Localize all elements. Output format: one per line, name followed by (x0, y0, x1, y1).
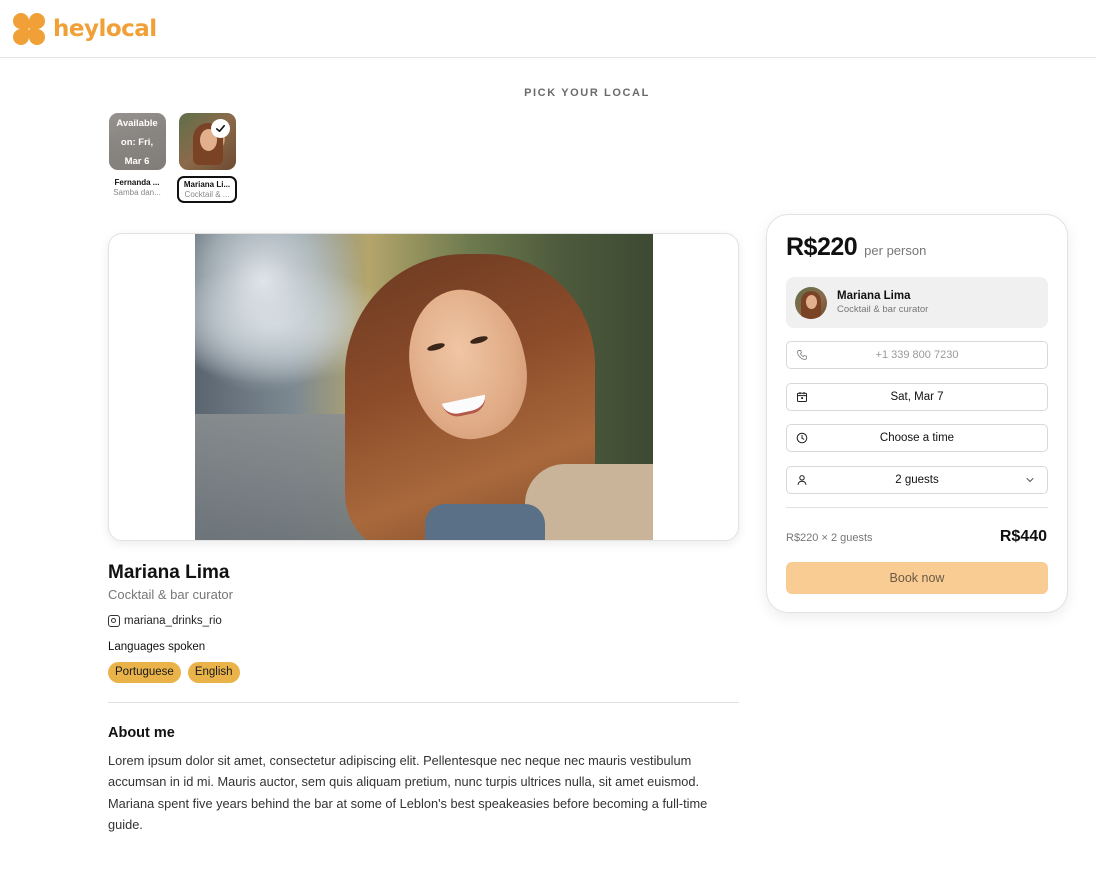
local-meta: Fernanda ... Samba dan... (107, 176, 167, 199)
price-calculation: R$220 × 2 guests (786, 532, 873, 544)
host-name: Mariana Lima (837, 290, 911, 302)
summary-divider (786, 507, 1048, 508)
language-tags: Portuguese English (108, 662, 240, 683)
languages-label: Languages spoken (108, 641, 206, 653)
book-now-button[interactable]: Book now (786, 562, 1048, 594)
host-role: Cocktail & bar curator (837, 304, 929, 315)
language-tag: English (187, 662, 240, 683)
phone-placeholder: +1 339 800 7230 (875, 349, 959, 361)
local-subtitle: Samba dan... (113, 188, 161, 197)
about-text: Lorem ipsum dolor sit amet, consectetur … (108, 753, 708, 832)
date-picker[interactable]: Sat, Mar 7 (786, 383, 1048, 411)
pick-local-title: PICK YOUR LOCAL (524, 87, 650, 99)
top-header: heylocal (0, 0, 1096, 58)
instagram-link[interactable]: mariana_drinks_rio (108, 615, 222, 627)
phone-input[interactable]: +1 339 800 7230 (786, 341, 1048, 369)
avatar (795, 286, 827, 319)
price-unit: per person (864, 243, 927, 258)
local-subtitle: Cocktail & ... (184, 190, 230, 199)
local-avatar: Available on: Fri, Mar 6 (108, 113, 166, 170)
time-picker[interactable]: Choose a time (786, 424, 1048, 452)
clover-logo-icon (12, 12, 46, 46)
local-name: Fernanda ... (114, 178, 160, 187)
booking-card: R$220 per person Mariana Lima Cocktail &… (766, 214, 1068, 613)
availability-overlay: Available on: Fri, Mar 6 (108, 113, 166, 170)
host-summary: Mariana Lima Cocktail & bar curator (786, 277, 1048, 328)
local-avatar (178, 113, 236, 170)
date-value: Sat, Mar 7 (890, 391, 944, 403)
price: R$220 (786, 233, 858, 261)
profile-photo (195, 234, 653, 540)
local-name: Mariana Li... (183, 180, 231, 189)
brand-name: heylocal (53, 16, 157, 42)
instagram-handle: mariana_drinks_rio (124, 615, 222, 627)
clock-icon (796, 432, 808, 444)
phone-icon (797, 350, 807, 360)
calendar-icon (797, 392, 807, 402)
section-divider (108, 702, 739, 703)
chevron-down-icon (1026, 478, 1034, 483)
check-icon (210, 119, 230, 138)
person-icon (797, 475, 807, 485)
guests-select[interactable]: 2 guests (786, 466, 1048, 494)
language-tag: Portuguese (108, 662, 181, 683)
profile-role: Cocktail & bar curator (108, 587, 233, 602)
local-card-fernanda[interactable]: Available on: Fri, Mar 6 Fernanda ... Sa… (107, 113, 167, 199)
instagram-icon (108, 615, 120, 627)
total-price: R$440 (999, 528, 1047, 545)
guests-value: 2 guests (895, 474, 939, 486)
local-meta: Mariana Li... Cocktail & ... (177, 176, 237, 203)
local-card-mariana[interactable]: Mariana Li... Cocktail & ... (177, 113, 237, 203)
price-line: R$220 per person (786, 233, 926, 262)
profile-photo-frame (108, 233, 739, 541)
profile-name: Mariana Lima (108, 562, 230, 583)
about-title: About me (108, 725, 175, 741)
time-value: Choose a time (879, 432, 955, 444)
brand-logo[interactable]: heylocal (12, 12, 157, 46)
